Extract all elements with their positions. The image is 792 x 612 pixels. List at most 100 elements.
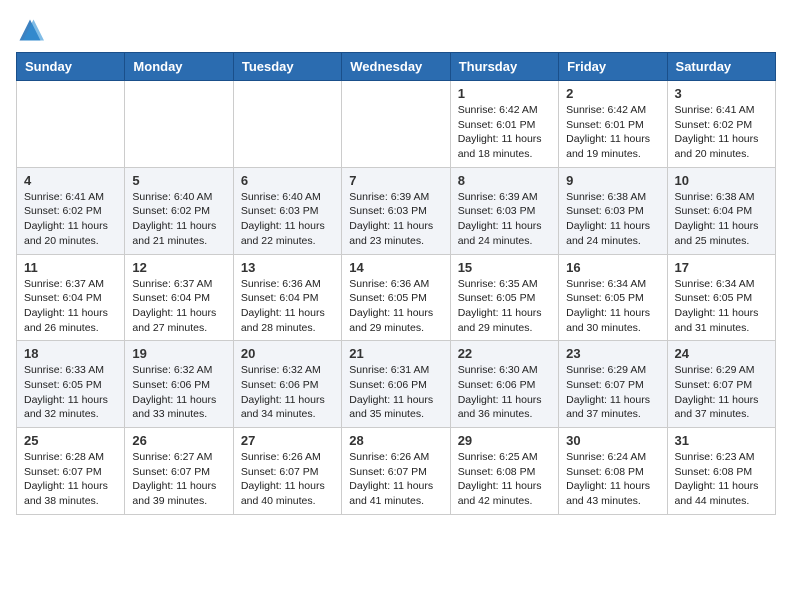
day-info: Sunrise: 6:27 AM Sunset: 6:07 PM Dayligh… — [132, 450, 225, 509]
day-info: Sunrise: 6:35 AM Sunset: 6:05 PM Dayligh… — [458, 277, 551, 336]
day-number: 22 — [458, 346, 551, 361]
calendar-cell: 16 Sunrise: 6:34 AM Sunset: 6:05 PM Dayli… — [559, 254, 667, 341]
day-info: Sunrise: 6:23 AM Sunset: 6:08 PM Dayligh… — [675, 450, 768, 509]
calendar-cell: 31Sunrise: 6:23 AM Sunset: 6:08 PM Dayli… — [667, 428, 775, 515]
calendar-cell: 9 Sunrise: 6:38 AM Sunset: 6:03 PM Daylig… — [559, 167, 667, 254]
calendar-dow-saturday: Saturday — [667, 53, 775, 81]
calendar-table: SundayMondayTuesdayWednesdayThursdayFrid… — [16, 52, 776, 515]
day-number: 15 — [458, 260, 551, 275]
calendar-cell: 8 Sunrise: 6:39 AM Sunset: 6:03 PM Daylig… — [450, 167, 558, 254]
calendar-cell — [233, 81, 341, 168]
calendar-dow-thursday: Thursday — [450, 53, 558, 81]
day-number: 21 — [349, 346, 442, 361]
calendar-cell: 18 Sunrise: 6:33 AM Sunset: 6:05 PM Dayli… — [17, 341, 125, 428]
logo — [16, 16, 48, 44]
calendar-cell: 3Sunrise: 6:41 AM Sunset: 6:02 PM Daylig… — [667, 81, 775, 168]
day-number: 13 — [241, 260, 334, 275]
calendar-cell: 24 Sunrise: 6:29 AM Sunset: 6:07 PM Dayli… — [667, 341, 775, 428]
day-number: 10 — [675, 173, 768, 188]
calendar-cell: 6Sunrise: 6:40 AM Sunset: 6:03 PM Daylig… — [233, 167, 341, 254]
day-number: 4 — [24, 173, 117, 188]
calendar-cell: 25 Sunrise: 6:28 AM Sunset: 6:07 PM Dayli… — [17, 428, 125, 515]
day-number: 1 — [458, 86, 551, 101]
day-number: 24 — [675, 346, 768, 361]
day-info: Sunrise: 6:37 AM Sunset: 6:04 PM Dayligh… — [132, 277, 225, 336]
day-number: 20 — [241, 346, 334, 361]
calendar-cell: 4 Sunrise: 6:41 AM Sunset: 6:02 PM Daylig… — [17, 167, 125, 254]
day-number: 2 — [566, 86, 659, 101]
day-number: 26 — [132, 433, 225, 448]
calendar-cell: 21Sunrise: 6:31 AM Sunset: 6:06 PM Dayli… — [342, 341, 450, 428]
calendar-week-row: 11 Sunrise: 6:37 AM Sunset: 6:04 PM Dayli… — [17, 254, 776, 341]
day-info: Sunrise: 6:41 AM Sunset: 6:02 PM Dayligh… — [24, 190, 117, 249]
day-info: Sunrise: 6:41 AM Sunset: 6:02 PM Dayligh… — [675, 103, 768, 162]
day-info: Sunrise: 6:34 AM Sunset: 6:05 PM Dayligh… — [675, 277, 768, 336]
calendar-dow-sunday: Sunday — [17, 53, 125, 81]
calendar-cell — [17, 81, 125, 168]
calendar-cell: 19 Sunrise: 6:32 AM Sunset: 6:06 PM Dayli… — [125, 341, 233, 428]
day-info: Sunrise: 6:39 AM Sunset: 6:03 PM Dayligh… — [349, 190, 442, 249]
calendar-cell: 2 Sunrise: 6:42 AM Sunset: 6:01 PM Daylig… — [559, 81, 667, 168]
calendar-header-row: SundayMondayTuesdayWednesdayThursdayFrid… — [17, 53, 776, 81]
day-info: Sunrise: 6:29 AM Sunset: 6:07 PM Dayligh… — [675, 363, 768, 422]
day-number: 11 — [24, 260, 117, 275]
calendar-cell: 11 Sunrise: 6:37 AM Sunset: 6:04 PM Dayli… — [17, 254, 125, 341]
day-info: Sunrise: 6:24 AM Sunset: 6:08 PM Dayligh… — [566, 450, 659, 509]
day-info: Sunrise: 6:33 AM Sunset: 6:05 PM Dayligh… — [24, 363, 117, 422]
calendar-week-row: 1 Sunrise: 6:42 AM Sunset: 6:01 PM Daylig… — [17, 81, 776, 168]
calendar-cell: 15 Sunrise: 6:35 AM Sunset: 6:05 PM Dayli… — [450, 254, 558, 341]
calendar-cell: 7 Sunrise: 6:39 AM Sunset: 6:03 PM Daylig… — [342, 167, 450, 254]
day-info: Sunrise: 6:36 AM Sunset: 6:04 PM Dayligh… — [241, 277, 334, 336]
calendar-cell — [342, 81, 450, 168]
day-number: 28 — [349, 433, 442, 448]
day-number: 12 — [132, 260, 225, 275]
calendar-cell: 13 Sunrise: 6:36 AM Sunset: 6:04 PM Dayli… — [233, 254, 341, 341]
calendar-week-row: 4 Sunrise: 6:41 AM Sunset: 6:02 PM Daylig… — [17, 167, 776, 254]
calendar-dow-wednesday: Wednesday — [342, 53, 450, 81]
day-number: 25 — [24, 433, 117, 448]
calendar-week-row: 18 Sunrise: 6:33 AM Sunset: 6:05 PM Dayli… — [17, 341, 776, 428]
day-info: Sunrise: 6:29 AM Sunset: 6:07 PM Dayligh… — [566, 363, 659, 422]
day-number: 8 — [458, 173, 551, 188]
day-info: Sunrise: 6:39 AM Sunset: 6:03 PM Dayligh… — [458, 190, 551, 249]
calendar-cell — [125, 81, 233, 168]
day-info: Sunrise: 6:37 AM Sunset: 6:04 PM Dayligh… — [24, 277, 117, 336]
day-info: Sunrise: 6:34 AM Sunset: 6:05 PM Dayligh… — [566, 277, 659, 336]
calendar-cell: 29 Sunrise: 6:25 AM Sunset: 6:08 PM Dayli… — [450, 428, 558, 515]
calendar-cell: 22 Sunrise: 6:30 AM Sunset: 6:06 PM Dayli… — [450, 341, 558, 428]
calendar-cell: 5Sunrise: 6:40 AM Sunset: 6:02 PM Daylig… — [125, 167, 233, 254]
day-info: Sunrise: 6:30 AM Sunset: 6:06 PM Dayligh… — [458, 363, 551, 422]
day-info: Sunrise: 6:36 AM Sunset: 6:05 PM Dayligh… — [349, 277, 442, 336]
day-number: 23 — [566, 346, 659, 361]
calendar-cell: 28Sunrise: 6:26 AM Sunset: 6:07 PM Dayli… — [342, 428, 450, 515]
day-number: 29 — [458, 433, 551, 448]
day-info: Sunrise: 6:38 AM Sunset: 6:03 PM Dayligh… — [566, 190, 659, 249]
calendar-dow-friday: Friday — [559, 53, 667, 81]
day-info: Sunrise: 6:38 AM Sunset: 6:04 PM Dayligh… — [675, 190, 768, 249]
calendar-cell: 1Sunrise: 6:42 AM Sunset: 6:01 PM Daylig… — [450, 81, 558, 168]
day-info: Sunrise: 6:26 AM Sunset: 6:07 PM Dayligh… — [241, 450, 334, 509]
day-number: 30 — [566, 433, 659, 448]
day-number: 27 — [241, 433, 334, 448]
day-info: Sunrise: 6:42 AM Sunset: 6:01 PM Dayligh… — [566, 103, 659, 162]
calendar-dow-monday: Monday — [125, 53, 233, 81]
day-info: Sunrise: 6:28 AM Sunset: 6:07 PM Dayligh… — [24, 450, 117, 509]
calendar-cell: 26 Sunrise: 6:27 AM Sunset: 6:07 PM Dayli… — [125, 428, 233, 515]
calendar-cell: 27 Sunrise: 6:26 AM Sunset: 6:07 PM Dayli… — [233, 428, 341, 515]
day-number: 16 — [566, 260, 659, 275]
calendar-cell: 23 Sunrise: 6:29 AM Sunset: 6:07 PM Dayli… — [559, 341, 667, 428]
page-header — [16, 16, 776, 44]
calendar-cell: 12 Sunrise: 6:37 AM Sunset: 6:04 PM Dayli… — [125, 254, 233, 341]
day-info: Sunrise: 6:25 AM Sunset: 6:08 PM Dayligh… — [458, 450, 551, 509]
calendar-cell: 20Sunrise: 6:32 AM Sunset: 6:06 PM Dayli… — [233, 341, 341, 428]
calendar-cell: 14 Sunrise: 6:36 AM Sunset: 6:05 PM Dayli… — [342, 254, 450, 341]
calendar-cell: 30 Sunrise: 6:24 AM Sunset: 6:08 PM Dayli… — [559, 428, 667, 515]
day-number: 14 — [349, 260, 442, 275]
day-info: Sunrise: 6:32 AM Sunset: 6:06 PM Dayligh… — [132, 363, 225, 422]
day-number: 19 — [132, 346, 225, 361]
calendar-dow-tuesday: Tuesday — [233, 53, 341, 81]
day-number: 9 — [566, 173, 659, 188]
day-number: 17 — [675, 260, 768, 275]
day-number: 7 — [349, 173, 442, 188]
day-number: 18 — [24, 346, 117, 361]
